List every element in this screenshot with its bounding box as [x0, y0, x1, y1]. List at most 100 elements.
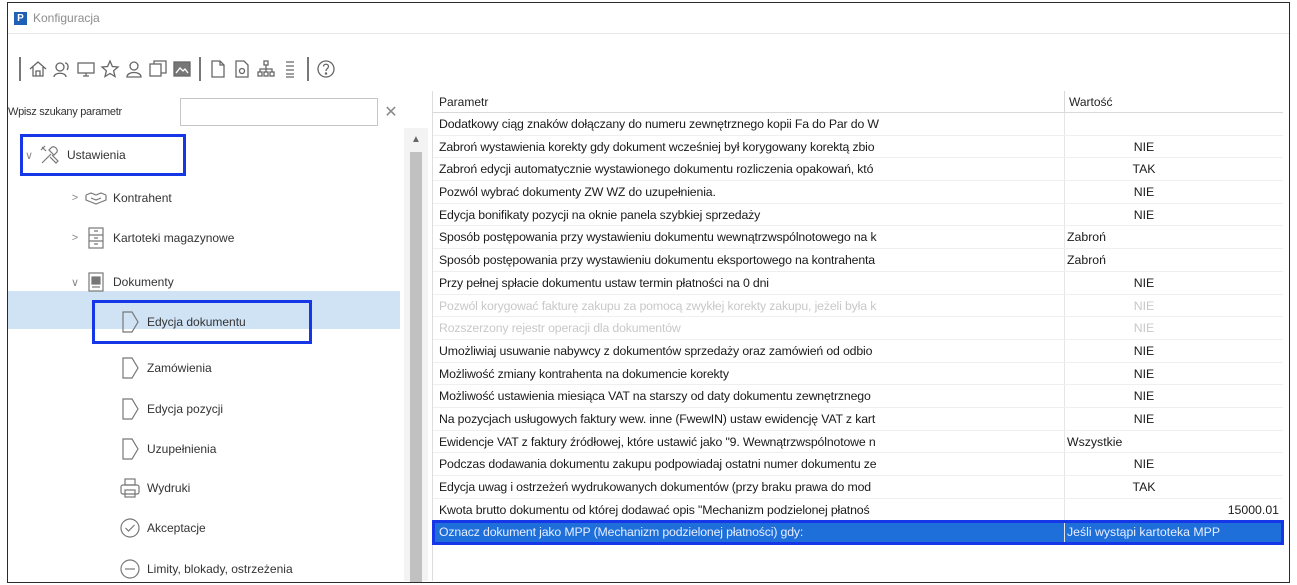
tree-item-label: Kontrahent: [113, 191, 172, 205]
parameter-cell: Sposób postępowania przy wystawieniu dok…: [433, 226, 1065, 249]
value-cell[interactable]: NIE: [1065, 136, 1283, 158]
value-cell[interactable]: NIE: [1065, 385, 1283, 407]
column-header-parametr[interactable]: Parametr: [433, 91, 1065, 112]
document-icon[interactable]: [207, 56, 229, 82]
table-row[interactable]: Umożliwiaj usuwanie nabywcy z dokumentów…: [433, 339, 1283, 363]
value-cell[interactable]: Jeśli wystąpi kartoteka MPP: [1065, 521, 1283, 543]
table-row[interactable]: Zabroń edycji automatycznie wystawionego…: [433, 158, 1283, 182]
parameter-cell: Edycja uwag i ostrzeżeń wydrukowanych do…: [433, 476, 1065, 498]
value-cell[interactable]: NIE: [1065, 295, 1283, 317]
tree-item-zamowienia[interactable]: Zamówienia: [116, 349, 212, 387]
value-cell[interactable]: NIE: [1065, 272, 1283, 294]
tree-item-label: Uzupełnienia: [147, 442, 217, 456]
app-logo-icon: P: [14, 11, 27, 25]
contacts-icon[interactable]: [51, 56, 73, 82]
value-cell[interactable]: NIE: [1065, 181, 1283, 203]
tools-icon: [36, 141, 64, 169]
parameter-cell: Przy pełnej spłacie dokumentu ustaw term…: [433, 271, 1065, 294]
scrollbar-thumb[interactable]: [410, 152, 422, 582]
table-row[interactable]: Zabroń wystawienia korekty gdy dokument …: [433, 135, 1283, 159]
value-cell[interactable]: Zabroń: [1065, 226, 1283, 248]
cabinet-icon: [82, 224, 110, 252]
tree-item-label: Edycja pozycji: [147, 402, 224, 416]
table-row[interactable]: Na pozycjach usługowych faktury wew. inn…: [433, 407, 1283, 431]
table-row[interactable]: Sposób postępowania przy wystawieniu dok…: [433, 249, 1283, 272]
tree-item-limity-blokady-ostrzezenia[interactable]: Limity, blokady, ostrzeżenia: [116, 550, 293, 581]
value-cell[interactable]: TAK: [1065, 158, 1283, 180]
minus-circle-icon: [116, 555, 144, 581]
value-cell[interactable]: Zabroń: [1065, 249, 1283, 271]
table-row[interactable]: Pozwól wybrać dokumenty ZW WZ do uzupełn…: [433, 181, 1283, 204]
parameter-cell: Pozwól korygować fakturę zakupu za pomoc…: [433, 294, 1065, 317]
tree-item-akceptacje[interactable]: Akceptacje: [116, 509, 206, 547]
document-stack-icon: [82, 268, 110, 296]
tree-item-dokumenty[interactable]: ∨ Dokumenty: [68, 263, 174, 301]
copy-icon[interactable]: [147, 56, 169, 82]
chevron-up-icon[interactable]: ▲: [404, 128, 428, 150]
value-cell[interactable]: 15000.01: [1065, 499, 1283, 521]
value-cell[interactable]: Wszystkie: [1065, 431, 1283, 453]
home-icon[interactable]: [27, 56, 49, 82]
printer-icon: [116, 474, 144, 502]
tree-item-label: Limity, blokady, ostrzeżenia: [147, 562, 293, 576]
table-row[interactable]: Oznacz dokument jako MPP (Mechanizm podz…: [432, 520, 1284, 546]
table-row[interactable]: Rozszerzony rejestr operacji dla dokumen…: [433, 317, 1283, 340]
tree-scrollbar[interactable]: ▲: [404, 128, 428, 582]
table-row[interactable]: Sposób postępowania przy wystawieniu dok…: [433, 226, 1283, 250]
value-cell[interactable]: NIE: [1065, 204, 1283, 226]
value-cell[interactable]: NIE: [1065, 317, 1283, 339]
tree-item-label: Zamówienia: [147, 361, 212, 375]
sitemap-icon[interactable]: [255, 56, 277, 82]
grid-header: Parametr Wartość: [433, 91, 1283, 113]
arrow-doc-icon: [116, 395, 144, 423]
table-row[interactable]: Możliwość zmiany kontrahenta na dokumenc…: [433, 362, 1283, 386]
value-cell[interactable]: NIE: [1065, 408, 1283, 430]
table-row[interactable]: Kwota brutto dokumentu od której dodawać…: [433, 498, 1283, 522]
value-cell[interactable]: NIE: [1065, 363, 1283, 385]
tree-item-ustawienia[interactable]: ∨ Ustawienia: [20, 134, 186, 176]
tree-item-wydruki[interactable]: Wydruki: [116, 469, 190, 507]
handshake-icon: [82, 184, 110, 212]
table-row[interactable]: Przy pełnej spłacie dokumentu ustaw term…: [433, 271, 1283, 295]
search-input[interactable]: [180, 98, 378, 126]
table-row[interactable]: Edycja bonifikaty pozycji na oknie panel…: [433, 203, 1283, 227]
settings-tree: ∨ Ustawienia > Kontrahent > Kartoteki ma…: [8, 130, 400, 581]
value-cell[interactable]: NIE: [1065, 340, 1283, 362]
chevron-right-icon: >: [71, 192, 79, 204]
close-icon[interactable]: ✕: [380, 102, 402, 122]
parameter-cell: Kwota brutto dokumentu od której dodawać…: [433, 498, 1065, 521]
value-cell[interactable]: [1065, 113, 1283, 135]
toolbar-separator: [19, 57, 21, 81]
tree-item-edycja-pozycji[interactable]: Edycja pozycji: [116, 390, 223, 428]
user-icon[interactable]: [123, 56, 145, 82]
image-icon[interactable]: [171, 56, 193, 82]
arrow-doc-icon: [116, 354, 144, 382]
tree-item-uzupelnienia[interactable]: Uzupełnienia: [116, 430, 216, 468]
table-row[interactable]: Możliwość ustawienia miesiąca VAT na sta…: [433, 385, 1283, 408]
table-row[interactable]: Podczas dodawania dokumentu zakupu podpo…: [433, 453, 1283, 476]
table-row[interactable]: Dodatkowy ciąg znaków dołączany do numer…: [433, 113, 1283, 136]
parameters-grid: Parametr Wartość Dodatkowy ciąg znaków d…: [432, 91, 1284, 581]
parameter-cell: Sposób postępowania przy wystawieniu dok…: [433, 249, 1065, 271]
help-icon[interactable]: [315, 56, 337, 82]
parameter-cell: Zabroń edycji automatycznie wystawionego…: [433, 158, 1065, 181]
table-row[interactable]: Ewidencje VAT z faktury źródłowej, które…: [433, 430, 1283, 454]
monitor-icon[interactable]: [75, 56, 97, 82]
star-icon[interactable]: [99, 56, 121, 82]
table-row[interactable]: Pozwól korygować fakturę zakupu za pomoc…: [433, 294, 1283, 318]
toolbar: [8, 39, 1289, 99]
value-cell[interactable]: NIE: [1065, 453, 1283, 475]
arrow-doc-icon: [116, 435, 144, 463]
tree-item-edycja-dokumentu[interactable]: Edycja dokumentu: [92, 300, 312, 344]
list-icon[interactable]: [279, 56, 301, 82]
column-header-wartosc[interactable]: Wartość: [1065, 91, 1283, 112]
parameter-cell: Rozszerzony rejestr operacji dla dokumen…: [433, 317, 1065, 339]
tree-item-kartoteki-magazynowe[interactable]: > Kartoteki magazynowe: [68, 219, 234, 257]
tree-item-kontrahent[interactable]: > Kontrahent: [68, 179, 172, 217]
document-preview-icon[interactable]: [231, 56, 253, 82]
tree-item-label: Akceptacje: [147, 521, 206, 535]
tree-item-label: Wydruki: [147, 481, 191, 495]
value-cell[interactable]: TAK: [1065, 476, 1283, 498]
table-row[interactable]: Edycja uwag i ostrzeżeń wydrukowanych do…: [433, 476, 1283, 499]
parameter-cell: Ewidencje VAT z faktury źródłowej, które…: [433, 430, 1065, 453]
